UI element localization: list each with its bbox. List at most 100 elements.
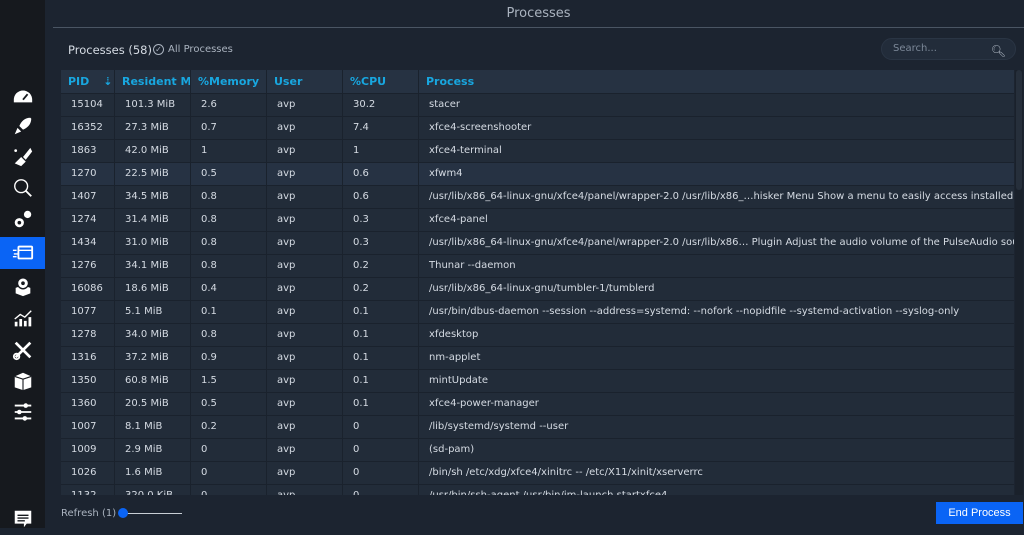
table-row[interactable]: 1316 37.2 MiB 0.9 avp 0.1 nm-applet: [61, 347, 1014, 370]
table-row[interactable]: 1009 2.9 MiB 0 avp 0 (sd-pam): [61, 439, 1014, 462]
sidebar-item-apt[interactable]: [0, 365, 45, 397]
cell-pid: 1132: [61, 485, 115, 495]
cell-resident-memory: 18.6 MiB: [115, 278, 191, 300]
column-header-label: Process: [426, 75, 475, 88]
column-header-residentme[interactable]: Resident Me: [115, 70, 191, 93]
cell-process: xfdesktop: [429, 329, 479, 340]
cell-pid: 1270: [61, 163, 115, 185]
cell-process: /bin/sh /etc/xdg/xfce4/xinitrc -- /etc/X…: [429, 467, 703, 478]
sidebar-item-uninstaller[interactable]: [0, 270, 45, 302]
cell-pid: 1863: [61, 140, 115, 162]
cell-resident-memory: 60.8 MiB: [115, 370, 191, 392]
refresh-slider[interactable]: [118, 508, 182, 518]
cell-user: avp: [267, 186, 343, 208]
table-row[interactable]: 1077 5.1 MiB 0.1 avp 0.1/usr/bin/dbus-daemon…: [61, 301, 1014, 324]
cell-resident-memory: 22.5 MiB: [115, 163, 191, 185]
cell-user: avp: [267, 140, 343, 162]
table-scrollbar[interactable]: [1015, 70, 1023, 495]
table-row[interactable]: 15104 101.3 MiB 2.6 avp 30.2 stacer: [61, 94, 1014, 117]
table-row[interactable]: 1434 31.0 MiB 0.8 avp 0.3/usr/lib/x86_64-lin…: [61, 232, 1014, 255]
slider-track: [122, 513, 182, 514]
cell-process: stacer: [429, 99, 461, 110]
table-row[interactable]: 1007 8.1 MiB 0.2 avp 0/lib/systemd/systemd -…: [61, 416, 1014, 439]
all-processes-checkbox[interactable]: ✓ All Processes: [153, 44, 233, 55]
dashboard-gauge-icon: [13, 90, 32, 103]
table-row[interactable]: 16352 27.3 MiB 0.7 avp 7.4 xfce4-screenshoote…: [61, 117, 1014, 140]
gears-services-icon: [14, 210, 31, 228]
cell-process: /usr/lib/x86_64-linux-gnu/tumbler-1/tumb…: [429, 283, 655, 294]
cell-memory-percent: 0.8: [191, 186, 267, 208]
sidebar-item-search[interactable]: [0, 172, 45, 204]
cell-resident-memory: 101.3 MiB: [115, 94, 191, 116]
table-row[interactable]: 1276 34.1 MiB 0.8 avp 0.2 Thunar --daemon: [61, 255, 1014, 278]
cell-user: avp: [267, 94, 343, 116]
scrollbar-thumb[interactable]: [1016, 70, 1022, 190]
cell-user: avp: [267, 209, 343, 231]
cell-process: (sd-pam): [429, 444, 475, 455]
uninstaller-icon: [15, 277, 30, 297]
sidebar-item-dashboard[interactable]: [0, 80, 45, 112]
sidebar-item-services[interactable]: [0, 203, 45, 235]
cell-user: avp: [267, 462, 343, 484]
sidebar-item-startup[interactable]: [0, 110, 45, 142]
process-table: PID⇣Resident Me %Memory User %CPU Process 15…: [61, 70, 1014, 495]
cell-cpu-percent: 0.1: [343, 301, 419, 323]
cell-pid: 1407: [61, 186, 115, 208]
cell-memory-percent: 0.7: [191, 117, 267, 139]
cell-memory-percent: 2.6: [191, 94, 267, 116]
cell-resident-memory: 1.6 MiB: [115, 462, 191, 484]
column-header-memory[interactable]: %Memory: [191, 70, 267, 93]
table-row[interactable]: 1132320.0 KiB0avp0/usr/bin/ssh-agent /us…: [61, 485, 1014, 495]
table-row[interactable]: 1026 1.6 MiB 0 avp 0/bin/sh /etc/xdg/xfce4/x…: [61, 462, 1014, 485]
cell-user: avp: [267, 278, 343, 300]
cell-pid: 1026: [61, 462, 115, 484]
cell-cpu-percent: 0: [343, 416, 419, 438]
table-row[interactable]: 1274 31.4 MiB 0.8 avp 0.3 xfce4-panel: [61, 209, 1014, 232]
cell-cpu-percent: 1: [343, 140, 419, 162]
cell-cpu-percent: 7.4: [343, 117, 419, 139]
column-header-pid[interactable]: PID ⇣: [61, 70, 115, 93]
cell-memory-percent: 0.9: [191, 347, 267, 369]
cell-memory-percent: 0.2: [191, 416, 267, 438]
cell-process: mintUpdate: [429, 375, 488, 386]
column-header-user[interactable]: User: [267, 70, 343, 93]
table-row[interactable]: 1863 42.0 MiB 1 avp 1 xfce4-terminal: [61, 140, 1014, 163]
sidebar-item-tools[interactable]: [0, 334, 45, 366]
package-box-icon: [14, 372, 31, 391]
table-row[interactable]: 1350 60.8 MiB 1.5 avp 0.1 mintUpdate: [61, 370, 1014, 393]
cell-cpu-percent: 0.2: [343, 278, 419, 300]
cell-process: /usr/bin/dbus-daemon --session --address…: [429, 306, 960, 317]
cell-user: avp: [267, 439, 343, 461]
cell-user: avp: [267, 163, 343, 185]
cell-user: avp: [267, 370, 343, 392]
column-header-process[interactable]: Process: [419, 70, 1014, 93]
end-process-button[interactable]: End Process: [936, 502, 1023, 524]
column-header-cpu[interactable]: %CPU: [343, 70, 419, 93]
tools-icon: [12, 341, 31, 361]
sidebar-item-processes[interactable]: [0, 237, 45, 269]
cell-resident-memory: 320.0 KiB: [115, 485, 191, 495]
search-input[interactable]: Search... 🔍︎: [881, 38, 1016, 60]
cell-resident-memory: 34.1 MiB: [115, 255, 191, 277]
table-row[interactable]: 1278 34.0 MiB 0.8 avp 0.1 xfdesktop: [61, 324, 1014, 347]
cell-pid: 1434: [61, 232, 115, 254]
table-row[interactable]: 1360 20.5 MiB 0.5 avp 0.1 xfce4-power-manager: [61, 393, 1014, 416]
refresh-label: Refresh (1): [61, 508, 117, 519]
cell-cpu-percent: 0.6: [343, 163, 419, 185]
table-row[interactable]: 1407 34.5 MiB 0.8 avp 0.6/usr/lib/x86_64-lin…: [61, 186, 1014, 209]
cell-pid: 1007: [61, 416, 115, 438]
slider-knob[interactable]: [118, 508, 128, 518]
sidebar-item-settings[interactable]: [0, 396, 45, 428]
column-header-label: %Memory: [198, 75, 260, 88]
feedback-button[interactable]: [0, 503, 45, 535]
cell-process: /usr/lib/x86_64-linux-gnu/xfce4/panel/wr…: [429, 191, 1014, 202]
cell-resident-memory: 31.4 MiB: [115, 209, 191, 231]
sidebar-item-resources[interactable]: [0, 303, 45, 335]
resources-chart-icon: [13, 310, 32, 327]
column-header-label: %CPU: [350, 75, 387, 88]
sidebar-item-cleaner[interactable]: [0, 141, 45, 173]
cell-cpu-percent: 0.1: [343, 393, 419, 415]
cell-user: avp: [267, 485, 343, 495]
table-row[interactable]: 1270 22.5 MiB 0.5 avp 0.6 xfwm4: [61, 163, 1014, 186]
table-row[interactable]: 16086 18.6 MiB 0.4 avp 0.2/usr/lib/x86_64-li…: [61, 278, 1014, 301]
